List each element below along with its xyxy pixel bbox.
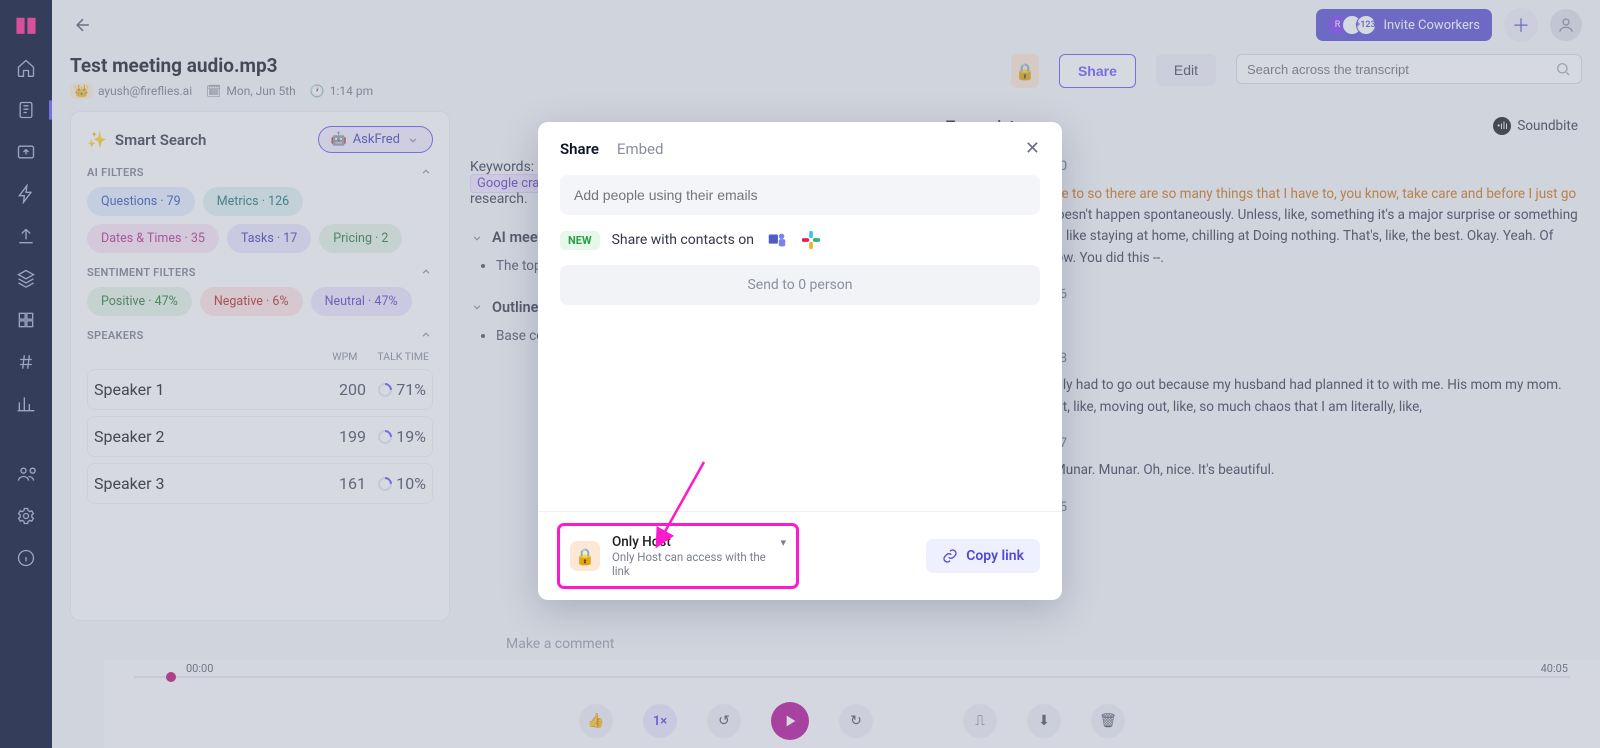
teams-icon[interactable] — [766, 229, 788, 251]
share-contacts-label: Share with contacts on — [612, 232, 754, 248]
share-email-input[interactable] — [560, 175, 1040, 215]
visibility-dropdown[interactable]: 🔒 Only Host Only Host can access with th… — [560, 526, 796, 586]
visibility-title: Only Host — [612, 534, 786, 550]
tab-embed[interactable]: Embed — [617, 140, 664, 158]
lock-icon: 🔒 — [570, 541, 600, 571]
chevron-down-icon: ▾ — [780, 536, 786, 549]
new-badge: NEW — [560, 231, 600, 250]
copy-link-button[interactable]: Copy link — [926, 539, 1040, 573]
share-modal: Share Embed ✕ NEW Share with contacts on… — [538, 122, 1062, 600]
slack-icon[interactable] — [800, 229, 822, 251]
tab-share[interactable]: Share — [560, 140, 599, 158]
visibility-subtitle: Only Host can access with the link — [612, 550, 786, 578]
send-button[interactable]: Send to 0 person — [560, 265, 1040, 305]
close-modal-button[interactable]: ✕ — [1025, 138, 1040, 159]
